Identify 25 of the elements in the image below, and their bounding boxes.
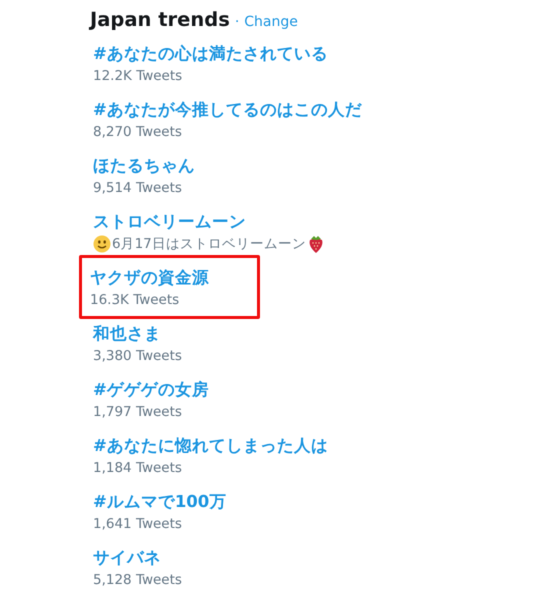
tweet-count: 8,270 Tweets (93, 123, 182, 142)
trend-link[interactable]: サイバネ (93, 546, 161, 570)
trend-link[interactable]: #ゲゲゲの女房 (93, 378, 209, 402)
change-link[interactable]: Change (244, 14, 298, 30)
trend-description: 6月17日はストロベリームーン (112, 235, 306, 254)
trend-link[interactable]: ほたるちゃん (93, 154, 195, 178)
trend-link[interactable]: #ルムマで100万 (93, 490, 226, 514)
trend-link[interactable]: ヤクザの資金源 (90, 266, 209, 290)
tweet-count: 12.2K Tweets (93, 67, 182, 86)
panel-title: Japan trends (90, 8, 230, 31)
tweet-count: 16.3K Tweets (90, 291, 180, 310)
trend-link[interactable]: #あなたが今推してるのはこの人だ (93, 98, 362, 122)
trend-link[interactable]: ストロベリームーン (93, 210, 246, 234)
strawberry-icon (306, 234, 325, 254)
separator-dot: · (234, 14, 240, 30)
tweet-count: 9,514 Tweets (93, 179, 182, 198)
tweet-count: 1,184 Tweets (93, 459, 182, 478)
tweet-count: 1,797 Tweets (93, 403, 182, 422)
tweet-count: 1,641 Tweets (93, 515, 182, 534)
trend-link[interactable]: #あなたに惚れてしまった人は (93, 434, 328, 458)
tweet-count: 5,128 Tweets (93, 571, 182, 590)
trend-link[interactable]: 和也さま (93, 322, 161, 346)
trend-link[interactable]: #あなたの心は満たされている (93, 42, 328, 66)
tweet-count: 3,380 Tweets (93, 347, 182, 366)
smiley-icon (93, 235, 111, 253)
